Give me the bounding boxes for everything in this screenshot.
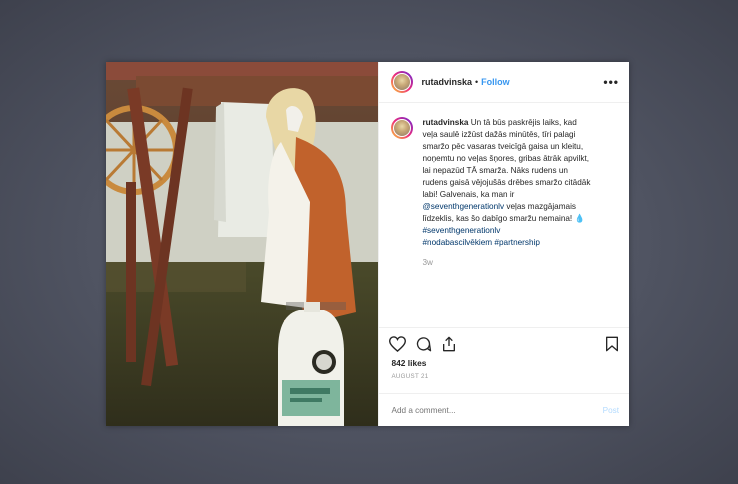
heart-icon[interactable] [389, 336, 407, 352]
comment-icon[interactable] [415, 336, 432, 352]
avatar[interactable] [391, 71, 414, 93]
post-comment-button[interactable]: Post [603, 406, 619, 415]
post-date: AUGUST 21 [391, 373, 429, 380]
follow-button[interactable]: Follow [481, 77, 510, 87]
caption-username[interactable]: rutadvinska [422, 118, 468, 127]
share-icon[interactable] [441, 336, 457, 352]
hashtag-link[interactable]: #partnership [494, 238, 540, 247]
caption-text: Un tā būs paskrējis laiks, kad veļa saul… [422, 118, 591, 199]
bookmark-icon[interactable] [605, 336, 619, 352]
username-link[interactable]: rutadvinska [421, 77, 472, 87]
likes-count[interactable]: 842 likes [379, 358, 629, 368]
comment-input[interactable] [391, 405, 603, 415]
hashtag-link[interactable]: #seventhgenerationlv [422, 226, 500, 235]
post-time-ago[interactable]: 3w [422, 257, 592, 269]
post-header: rutadvinska • Follow ••• [379, 62, 629, 103]
post-photo[interactable] [106, 62, 379, 426]
comment-bar: Post [379, 393, 629, 426]
mention-link[interactable]: @seventhgenerationlv [422, 202, 504, 211]
more-options-icon[interactable]: ••• [603, 76, 619, 88]
separator-dot: • [475, 77, 479, 87]
hashtag-link[interactable]: #nodabascilvēkiem [422, 238, 492, 247]
caption-area: rutadvinska Un tā būs paskrējis laiks, k… [379, 103, 629, 327]
instagram-post: rutadvinska • Follow ••• rutadvinska Un … [106, 62, 629, 426]
post-sidebar: rutadvinska • Follow ••• rutadvinska Un … [378, 62, 629, 426]
action-bar [379, 327, 629, 360]
caption: rutadvinska Un tā būs paskrējis laiks, k… [422, 117, 592, 327]
caption-avatar[interactable] [391, 117, 414, 139]
